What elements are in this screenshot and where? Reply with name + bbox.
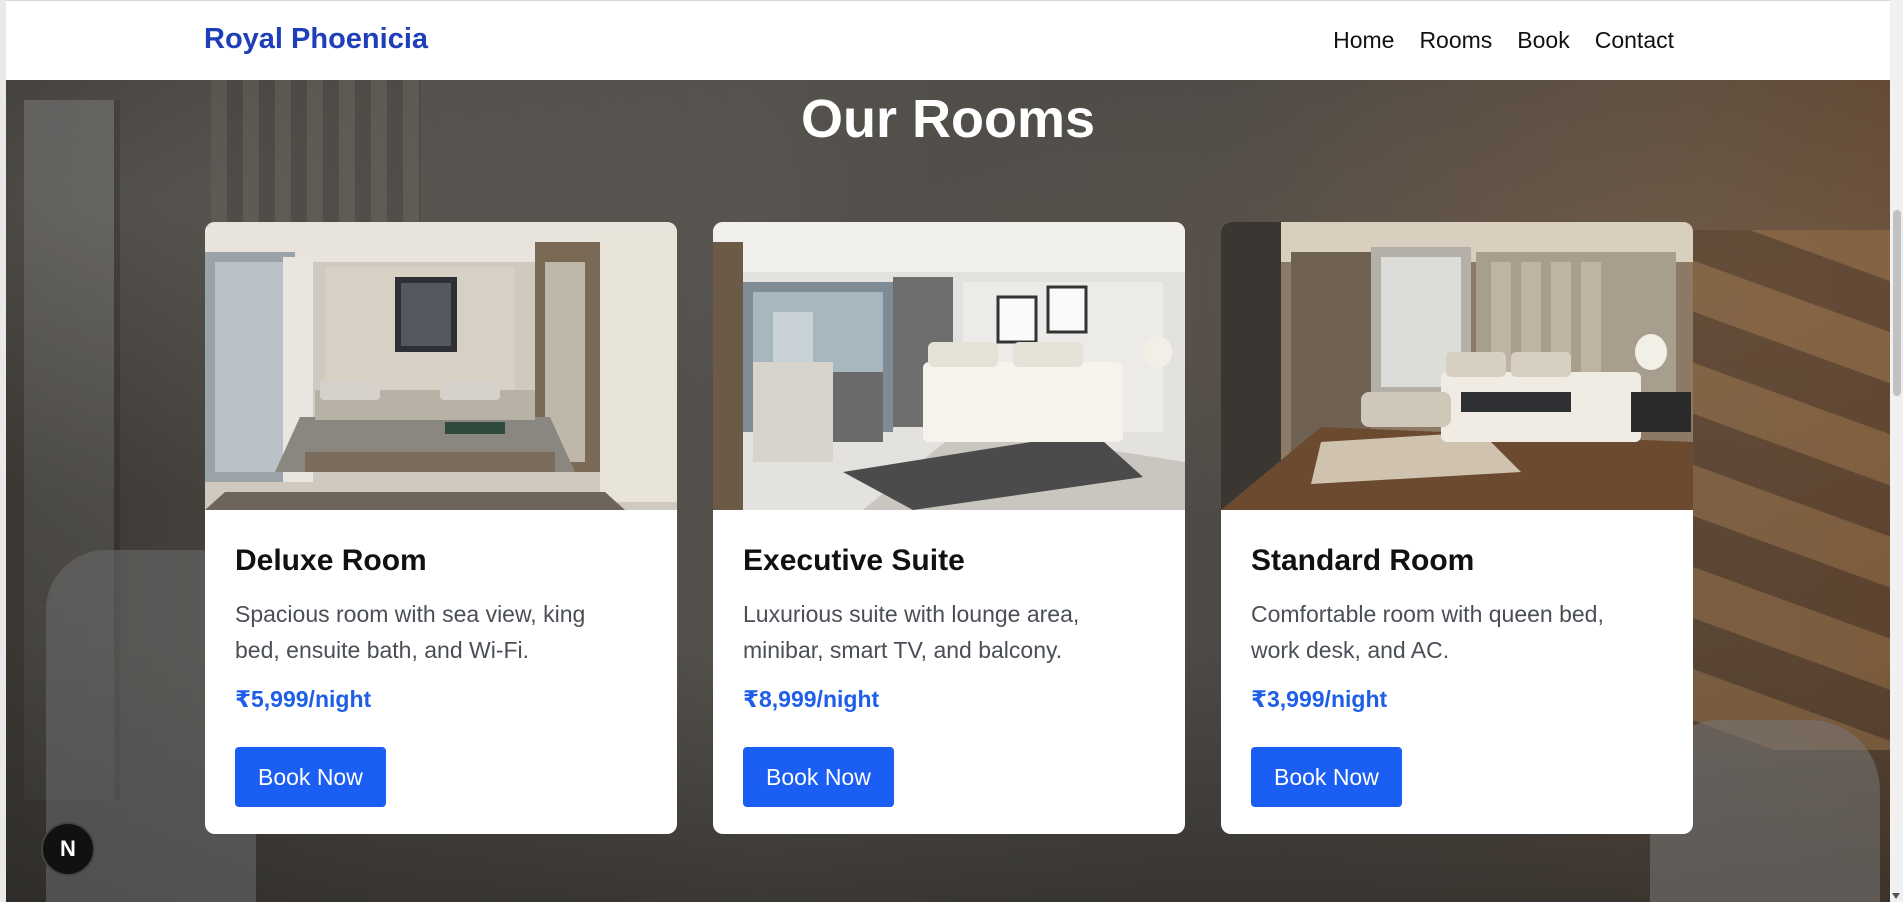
nav-link-book[interactable]: Book	[1517, 27, 1569, 54]
hero-stairs-detail	[1660, 230, 1890, 750]
browser-viewport: Royal Phoenicia Home Rooms Book Contact …	[0, 0, 1903, 902]
nav-links: Home Rooms Book Contact	[1333, 27, 1674, 54]
room-price: ₹5,999/night	[235, 686, 372, 712]
room-description: Spacious room with sea view, king bed, e…	[235, 601, 586, 663]
room-image	[713, 222, 1185, 510]
book-now-button[interactable]: Book Now	[743, 747, 894, 807]
room-description: Luxurious suite with lounge area, miniba…	[743, 601, 1080, 663]
room-image	[1221, 222, 1693, 510]
room-name: Executive Suite	[743, 544, 965, 577]
room-cards: Deluxe Room Spacious room with sea view,…	[205, 222, 1693, 834]
room-name: Deluxe Room	[235, 544, 427, 577]
book-now-button[interactable]: Book Now	[235, 747, 386, 807]
navbar: Royal Phoenicia Home Rooms Book Contact	[6, 0, 1890, 80]
room-card: Deluxe Room Spacious room with sea view,…	[205, 222, 677, 834]
room-card: Standard Room Comfortable room with quee…	[1221, 222, 1693, 834]
room-card: Executive Suite Luxurious suite with lou…	[713, 222, 1185, 834]
card-body: Standard Room Comfortable room with quee…	[1221, 510, 1693, 807]
standard-room-photo	[1221, 222, 1693, 510]
room-price: ₹8,999/night	[743, 686, 880, 712]
nav-link-contact[interactable]: Contact	[1595, 27, 1674, 54]
dev-tools-badge[interactable]: N	[41, 822, 95, 876]
section-title: Our Rooms	[800, 89, 1096, 149]
book-now-button[interactable]: Book Now	[1251, 747, 1402, 807]
room-image	[205, 222, 677, 510]
room-description: Comfortable room with queen bed, work de…	[1251, 601, 1604, 663]
nav-link-home[interactable]: Home	[1333, 27, 1394, 54]
scroll-down-arrow-icon[interactable]	[1892, 893, 1900, 899]
page: Royal Phoenicia Home Rooms Book Contact …	[6, 0, 1890, 902]
nav-link-rooms[interactable]: Rooms	[1419, 27, 1492, 54]
card-body: Deluxe Room Spacious room with sea view,…	[205, 510, 677, 807]
room-price: ₹3,999/night	[1251, 686, 1388, 712]
card-body: Executive Suite Luxurious suite with lou…	[713, 510, 1185, 807]
brand-logo[interactable]: Royal Phoenicia	[204, 23, 428, 56]
deluxe-room-photo	[205, 222, 677, 510]
vertical-scrollbar[interactable]	[1890, 0, 1903, 902]
room-name: Standard Room	[1251, 544, 1475, 577]
scrollbar-thumb[interactable]	[1893, 210, 1901, 396]
executive-suite-photo	[713, 222, 1185, 510]
